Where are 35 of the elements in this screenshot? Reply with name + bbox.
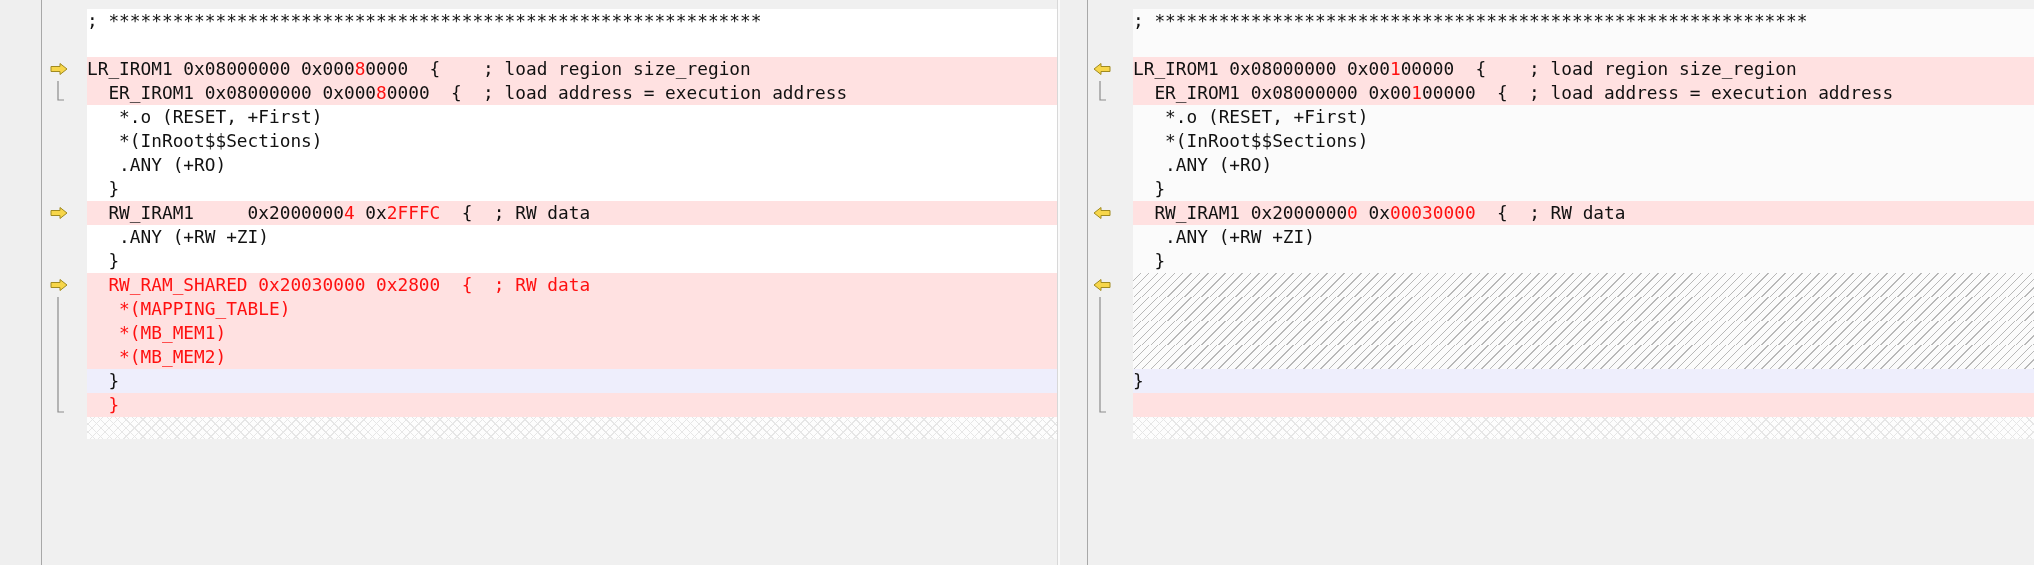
code-line: ER_IROM1 0x08000000 0x00100000 { ; load address = execution address xyxy=(1153,82,1894,104)
block-bracket-line xyxy=(57,81,65,101)
code-line: .ANY (+RW +ZI) xyxy=(1164,226,1315,248)
code-line: .ANY (+RO) xyxy=(1164,154,1273,176)
code-line: *(MAPPING_TABLE) xyxy=(118,298,291,320)
arrow-icon[interactable] xyxy=(50,279,68,291)
code-line: } xyxy=(107,250,120,272)
code-line: ; ************************************************************* xyxy=(87,10,762,32)
code-line: *(InRoot$$Sections) xyxy=(118,130,323,152)
code-line: *(MB_MEM1) xyxy=(118,322,227,344)
block-bracket-line xyxy=(1099,81,1107,101)
code-line: } xyxy=(1153,250,1166,272)
code-line: .ANY (+RO) xyxy=(118,154,227,176)
code-line: *(MB_MEM2) xyxy=(118,346,227,368)
code-line: ; ************************************************************* xyxy=(1133,10,1808,32)
arrow-icon[interactable] xyxy=(50,207,68,219)
code-line: RW_RAM_SHARED 0x20030000 0x2800 { ; RW data xyxy=(107,274,591,296)
code-line: } xyxy=(1153,178,1166,200)
code-line: ER_IROM1 0x08000000 0x00080000 { ; load address = execution address xyxy=(107,82,848,104)
code-line: RW_IRAM1 0x20000004 0x2FFFC { ; RW data xyxy=(107,202,591,224)
arrow-icon[interactable] xyxy=(1093,63,1111,75)
code-line: .ANY (+RW +ZI) xyxy=(118,226,269,248)
arrow-icon[interactable] xyxy=(50,63,68,75)
code-line: LR_IROM1 0x08000000 0x00080000 { ; load region size_region xyxy=(87,58,751,80)
arrow-icon[interactable] xyxy=(1093,279,1111,291)
code-line: *.o (RESET, +First) xyxy=(118,106,323,128)
code-line: LR_IROM1 0x08000000 0x00100000 { ; load region size_region xyxy=(1133,58,1797,80)
code-line: } xyxy=(107,370,120,392)
code-line: } xyxy=(1133,370,1144,392)
code-line: *(InRoot$$Sections) xyxy=(1164,130,1369,152)
code-line: RW_IRAM1 0x20000000 0x00030000 { ; RW data xyxy=(1153,202,1626,224)
code-line: *.o (RESET, +First) xyxy=(1164,106,1369,128)
code-line: } xyxy=(107,178,120,200)
code-line: } xyxy=(107,394,120,416)
arrow-icon[interactable] xyxy=(1093,207,1111,219)
